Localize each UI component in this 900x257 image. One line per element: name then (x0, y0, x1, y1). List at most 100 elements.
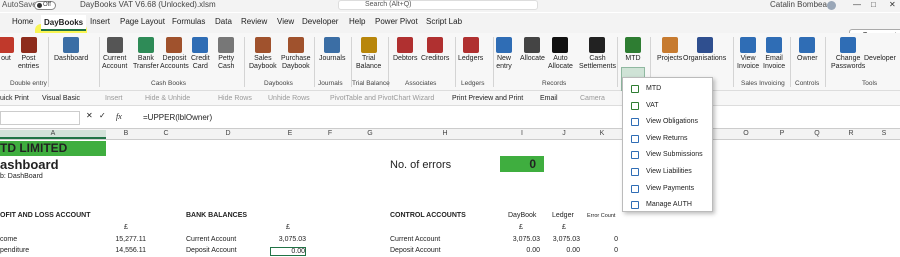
column-header[interactable]: S (868, 130, 900, 137)
column-header[interactable]: E (270, 130, 310, 137)
ribbon-button-organisations[interactable]: Organisations (683, 37, 726, 63)
tab-insert[interactable]: Insert (90, 17, 110, 26)
email-button[interactable]: Email (540, 95, 558, 102)
name-box[interactable] (0, 111, 80, 125)
column-header[interactable]: O (728, 130, 764, 137)
daybook-header[interactable]: DayBook (508, 212, 536, 219)
current-account-label[interactable]: Current Account (186, 236, 236, 243)
visual-basic-button[interactable]: Visual Basic (42, 95, 80, 102)
tab-daybooks[interactable]: DayBooks (41, 15, 87, 31)
ribbon-button-email-invoice[interactable]: Email Invoice (763, 37, 785, 71)
ribbon-button-creditors[interactable]: Creditors (421, 37, 449, 63)
menu-item-view-liabilities[interactable]: View Liabilities (623, 164, 714, 180)
ctrl-deposit-daybook[interactable]: 0.00 (500, 247, 540, 254)
hide-rows-button[interactable]: Hide Rows (218, 95, 252, 102)
ctrl-deposit-ledger[interactable]: 0.00 (544, 247, 580, 254)
ribbon-button-trial-balance[interactable]: Trial Balance (356, 37, 381, 71)
company-name[interactable]: TD LIMITED (0, 141, 106, 156)
quick-print-button[interactable]: uick Print (0, 95, 29, 102)
ribbon-button-new-entry[interactable]: New entry (496, 37, 512, 71)
menu-item-view-obligations[interactable]: View Obligations (623, 114, 714, 130)
avatar[interactable] (827, 1, 836, 10)
column-header[interactable]: P (764, 130, 800, 137)
expenditure-label[interactable]: penditure (0, 247, 29, 254)
print-preview-button[interactable]: Print Preview and Print (452, 95, 523, 102)
ribbon-button-journals[interactable]: Journals (319, 37, 345, 63)
tab-home[interactable]: Home (12, 17, 33, 26)
formula-input[interactable]: =UPPER(lblOwner) (143, 113, 212, 122)
menu-item-view-payments[interactable]: View Payments (623, 181, 714, 197)
ribbon-button-credit-card[interactable]: Credit Card (191, 37, 210, 71)
ribbon-button-sales-daybook[interactable]: Sales Daybook (249, 37, 277, 71)
ribbon-button-purchase-daybook[interactable]: Purchase Daybook (281, 37, 311, 71)
confirm-icon[interactable]: ✓ (99, 111, 106, 120)
ctrl-deposit-label[interactable]: Deposit Account (390, 247, 441, 254)
autosave-toggle[interactable]: Off (34, 1, 56, 10)
tab-page-layout[interactable]: Page Layout (120, 17, 165, 26)
ribbon-button-owner[interactable]: Owner (797, 37, 818, 63)
ribbon-button-out[interactable]: out (0, 37, 14, 63)
tab-help[interactable]: Help (349, 17, 365, 26)
ribbon-button-ledgers[interactable]: Ledgers (458, 37, 483, 63)
tab-label[interactable]: b: DashBoard (0, 173, 43, 180)
ctrl-current-daybook[interactable]: 3,075.03 (500, 236, 540, 243)
ribbon-button-allocate[interactable]: Allocate (520, 37, 545, 63)
search-box[interactable]: Search (Alt+Q) (338, 0, 538, 10)
tab-developer[interactable]: Developer (302, 17, 338, 26)
column-header[interactable]: K (584, 130, 620, 137)
errors-value[interactable]: 0 (500, 156, 544, 172)
menu-item-manage-auth[interactable]: Manage AUTH (623, 197, 714, 213)
ribbon-button-auto-allocate[interactable]: Auto Allocate (548, 37, 573, 71)
ribbon-button-dashboard[interactable]: Dashboard (54, 37, 88, 63)
column-header[interactable]: J (544, 130, 584, 137)
ribbon-button-post-entries[interactable]: Post entries (18, 37, 39, 71)
tab-power-pivot[interactable]: Power Pivot (375, 17, 418, 26)
income-value[interactable]: 15,277.11 (106, 236, 146, 243)
ribbon-button-debtors[interactable]: Debtors (393, 37, 418, 63)
insert-button[interactable]: Insert (105, 95, 123, 102)
fx-icon[interactable]: fx (116, 112, 122, 121)
column-header[interactable]: R (834, 130, 868, 137)
ctrl-current-ledger[interactable]: 3,075.03 (544, 236, 580, 243)
ribbon-button-developer[interactable]: Developer (864, 37, 896, 63)
tab-script-lab[interactable]: Script Lab (426, 17, 462, 26)
cancel-icon[interactable]: ✕ (86, 111, 93, 120)
income-label[interactable]: come (0, 236, 17, 243)
column-header[interactable]: B (106, 130, 146, 137)
menu-item-view-returns[interactable]: View Returns (623, 131, 714, 147)
ribbon-button-bank-transfer[interactable]: Bank Transfer (133, 37, 159, 71)
pl-header[interactable]: OFIT AND LOSS ACCOUNT (0, 212, 90, 219)
ribbon-button-projects[interactable]: Projects (657, 37, 682, 63)
close-button[interactable]: ✕ (889, 0, 896, 9)
deposit-account-value[interactable]: 0.00 (270, 247, 306, 256)
hide-unhide-button[interactable]: Hide & Unhide (145, 95, 190, 102)
user-name[interactable]: Catalin Bombea (770, 0, 827, 9)
errors-label[interactable]: No. of errors (390, 159, 451, 171)
current-account-value[interactable]: 3,075.03 (270, 236, 306, 243)
ctrl-deposit-errors[interactable]: 0 (584, 247, 618, 254)
dashboard-title[interactable]: ashboard (0, 157, 59, 172)
error-count-header[interactable]: Error Count (587, 213, 615, 219)
ledger-header[interactable]: Ledger (552, 212, 574, 219)
tab-data[interactable]: Data (215, 17, 232, 26)
pivot-wizard-button[interactable]: PivotTable and PivotChart Wizard (330, 95, 434, 102)
column-header[interactable]: H (390, 130, 500, 137)
restore-button[interactable]: □ (871, 0, 876, 9)
bank-header[interactable]: BANK BALANCES (186, 212, 247, 219)
unhide-rows-button[interactable]: Unhide Rows (268, 95, 310, 102)
column-header[interactable]: D (186, 130, 270, 137)
column-header[interactable]: Q (800, 130, 834, 137)
deposit-account-label[interactable]: Deposit Account (186, 247, 237, 254)
column-header[interactable]: C (146, 130, 186, 137)
column-header[interactable]: A (0, 130, 106, 139)
menu-item-view-submissions[interactable]: View Submissions (623, 147, 714, 163)
ribbon-button-current-account[interactable]: Current Account (102, 37, 127, 71)
expenditure-value[interactable]: 14,556.11 (106, 247, 146, 254)
tab-review[interactable]: Review (241, 17, 267, 26)
column-header[interactable]: F (310, 130, 350, 137)
control-header[interactable]: CONTROL ACCOUNTS (390, 212, 466, 219)
ribbon-button-view-invoice[interactable]: View Invoice (737, 37, 759, 71)
tab-view[interactable]: View (277, 17, 294, 26)
ribbon-button-deposit-accounts[interactable]: Deposit Accounts (160, 37, 189, 71)
camera-button[interactable]: Camera (580, 95, 605, 102)
